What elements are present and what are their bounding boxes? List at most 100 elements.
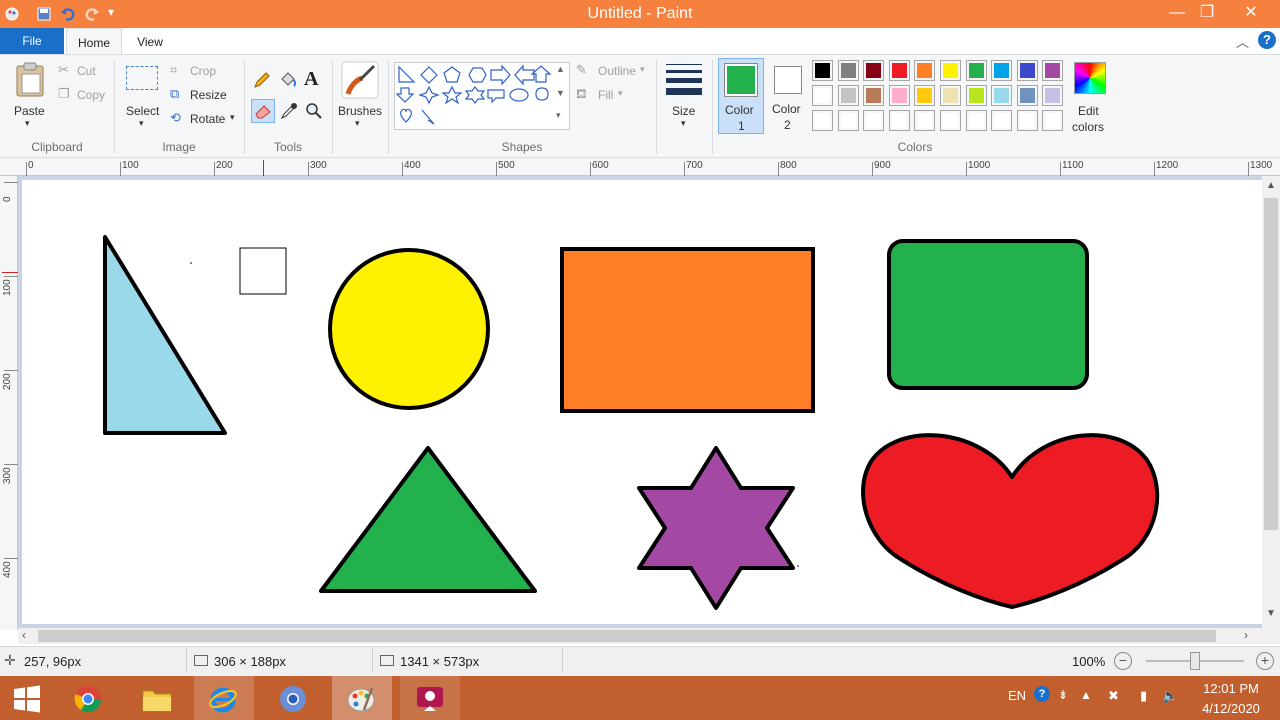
horizontal-scrollbar[interactable]: ‹ ›: [18, 628, 1262, 644]
close-button[interactable]: ✕: [1228, 0, 1274, 28]
palette-swatch[interactable]: [1016, 60, 1038, 81]
triangle-shape[interactable]: [319, 446, 537, 593]
taskbar-file-explorer[interactable]: [128, 676, 188, 720]
clock-date[interactable]: 4/12/2020: [1196, 701, 1266, 716]
star-shape[interactable]: [637, 446, 795, 610]
palette-swatch[interactable]: [837, 85, 859, 106]
zoom-in-button[interactable]: +: [1256, 652, 1274, 670]
palette-swatch[interactable]: [940, 60, 961, 81]
shapes-more-icon[interactable]: ▾: [556, 110, 561, 121]
rounded-rectangle-shape[interactable]: [887, 239, 1089, 390]
outline-button[interactable]: ✎ Outline ▾: [576, 62, 648, 80]
select-dropdown-icon[interactable]: ▾: [139, 118, 144, 129]
brushes-button[interactable]: Brushes ▾: [336, 58, 384, 138]
copy-button[interactable]: ❐ Copy: [58, 86, 118, 104]
taskbar-chrome[interactable]: [60, 676, 120, 720]
palette-empty-swatch[interactable]: [965, 110, 987, 131]
cut-button[interactable]: ✂ Cut: [58, 62, 118, 80]
shapes-scroll-down-icon[interactable]: ▼: [556, 88, 565, 98]
palette-swatch[interactable]: [914, 85, 936, 106]
zoom-slider-thumb[interactable]: [1190, 652, 1200, 670]
edit-colors-button[interactable]: Edit colors: [1070, 58, 1110, 138]
rotate-dropdown-icon[interactable]: ▾: [230, 112, 235, 123]
palette-swatch[interactable]: [965, 60, 987, 81]
taskbar-chrome-alt[interactable]: [264, 676, 324, 720]
palette-empty-swatch[interactable]: [837, 110, 859, 131]
palette-swatch[interactable]: [1016, 85, 1038, 106]
resize-button[interactable]: ⧉ Resize: [170, 86, 240, 104]
taskbar-paint[interactable]: [332, 676, 392, 720]
palette-empty-swatch[interactable]: [863, 110, 885, 131]
heart-shape[interactable]: [861, 433, 1160, 609]
horizontal-scroll-thumb[interactable]: [38, 630, 1216, 642]
palette-swatch[interactable]: [914, 60, 936, 81]
palette-empty-swatch[interactable]: [940, 110, 961, 131]
color-picker-icon[interactable]: [280, 102, 298, 120]
palette-swatch[interactable]: [863, 60, 885, 81]
input-method-icon[interactable]: ⇟: [1058, 688, 1068, 702]
clock-time[interactable]: 12:01 PM: [1196, 681, 1266, 696]
pencil-icon[interactable]: [252, 70, 272, 90]
scroll-left-arrow-icon[interactable]: ‹: [22, 628, 26, 642]
help-tray-icon[interactable]: ?: [1034, 686, 1050, 702]
zoom-out-button[interactable]: −: [1114, 652, 1132, 670]
right-triangle-shape[interactable]: [103, 235, 227, 435]
crop-button[interactable]: ⌗ Crop: [170, 62, 240, 80]
palette-empty-swatch[interactable]: [888, 110, 910, 131]
start-button[interactable]: [0, 676, 60, 720]
vertical-scroll-thumb[interactable]: [1264, 198, 1278, 530]
minimize-ribbon-icon[interactable]: ︿: [1236, 32, 1249, 51]
language-indicator[interactable]: EN: [1008, 688, 1026, 703]
network-icon[interactable]: ✖: [1108, 688, 1119, 704]
magnifier-icon[interactable]: [305, 102, 323, 120]
taskbar-internet-explorer[interactable]: [194, 676, 254, 720]
selection-marquee[interactable]: [239, 247, 287, 295]
tab-file[interactable]: File: [0, 28, 64, 54]
palette-swatch[interactable]: [863, 85, 885, 106]
text-icon[interactable]: A: [304, 68, 318, 91]
volume-icon[interactable]: 🔈: [1162, 688, 1178, 704]
palette-swatch[interactable]: [812, 85, 833, 106]
help-icon[interactable]: ?: [1258, 31, 1276, 49]
tab-view[interactable]: View: [124, 28, 176, 54]
palette-swatch[interactable]: [940, 85, 961, 106]
rectangle-shape[interactable]: [560, 247, 815, 413]
battery-icon[interactable]: ▮: [1140, 688, 1147, 704]
shapes-scroll-up-icon[interactable]: ▲: [556, 64, 565, 74]
maximize-button[interactable]: ❐: [1184, 0, 1230, 28]
palette-swatch[interactable]: [1042, 85, 1064, 106]
scroll-down-arrow-icon[interactable]: ▼: [1266, 608, 1276, 619]
palette-empty-swatch[interactable]: [812, 110, 833, 131]
eraser-tool-selected[interactable]: [251, 99, 275, 123]
palette-swatch[interactable]: [888, 60, 910, 81]
shapes-gallery-icons[interactable]: [396, 64, 556, 128]
fill-button[interactable]: ⛾ Fill ▾: [576, 86, 648, 104]
color2-button[interactable]: Color 2: [766, 58, 810, 134]
palette-empty-swatch[interactable]: [1042, 110, 1064, 131]
palette-empty-swatch[interactable]: [991, 110, 1013, 131]
palette-swatch[interactable]: [991, 85, 1013, 106]
palette-empty-swatch[interactable]: [1016, 110, 1038, 131]
palette-swatch[interactable]: [965, 85, 987, 106]
select-button[interactable]: Select ▾: [120, 58, 164, 138]
palette-empty-swatch[interactable]: [914, 110, 936, 131]
rotate-button[interactable]: ⟲ Rotate ▾: [170, 110, 242, 128]
taskbar-media[interactable]: [400, 676, 460, 720]
palette-swatch[interactable]: [837, 60, 859, 81]
color1-button[interactable]: Color 1: [718, 58, 764, 134]
tab-home[interactable]: Home: [66, 28, 122, 54]
paste-button[interactable]: Paste ▾: [8, 58, 52, 138]
scroll-up-arrow-icon[interactable]: ▲: [1266, 180, 1276, 191]
palette-swatch[interactable]: [812, 60, 833, 81]
show-hidden-icons[interactable]: ▲: [1080, 688, 1092, 702]
fill-bucket-icon[interactable]: [278, 70, 298, 90]
palette-swatch[interactable]: [888, 85, 910, 106]
scroll-right-arrow-icon[interactable]: ›: [1244, 628, 1248, 642]
circle-shape[interactable]: [328, 248, 490, 410]
size-dropdown-icon[interactable]: ▾: [681, 118, 686, 129]
palette-swatch[interactable]: [1042, 60, 1064, 81]
drawing-canvas[interactable]: [22, 180, 1262, 624]
brushes-dropdown-icon[interactable]: ▾: [355, 118, 360, 129]
paste-dropdown-icon[interactable]: ▾: [25, 118, 30, 129]
vertical-scrollbar[interactable]: ▲ ▼: [1262, 176, 1280, 628]
